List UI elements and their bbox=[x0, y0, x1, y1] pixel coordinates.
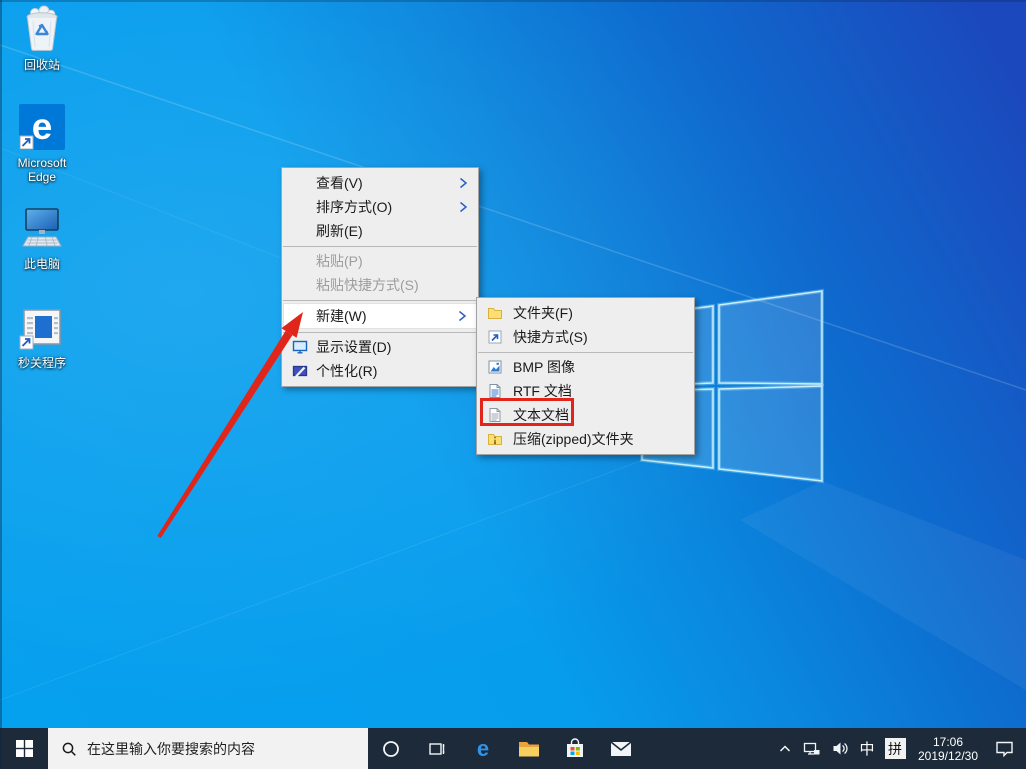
submenu-arrow-icon bbox=[458, 177, 468, 189]
submenu-item-rtf-document[interactable]: RTF 文档 bbox=[477, 379, 694, 403]
menu-item-label: 排序方式(O) bbox=[316, 197, 392, 217]
submenu-item-folder[interactable]: 文件夹(F) bbox=[477, 301, 694, 325]
rtf-document-icon bbox=[487, 383, 503, 399]
desktop-icon-recycle-bin[interactable]: 回收站 bbox=[6, 4, 78, 72]
display-settings-icon bbox=[292, 339, 308, 355]
volume-icon bbox=[832, 740, 849, 757]
menu-item-label: RTF 文档 bbox=[513, 381, 572, 401]
menu-item-paste-shortcut: 粘贴快捷方式(S) bbox=[282, 273, 478, 297]
taskbar-spacer bbox=[644, 728, 772, 769]
bmp-image-icon bbox=[487, 359, 503, 375]
menu-item-display-settings[interactable]: 显示设置(D) bbox=[282, 335, 478, 359]
system-tray: 中 拼 17:06 2019/12/30 bbox=[772, 728, 1026, 769]
menu-item-view[interactable]: 查看(V) bbox=[282, 171, 478, 195]
desktop-icon-this-pc[interactable]: 此电脑 bbox=[6, 203, 78, 271]
task-view-icon bbox=[428, 740, 446, 758]
personalize-icon bbox=[292, 363, 308, 379]
menu-item-new[interactable]: 新建(W) bbox=[283, 303, 477, 329]
recycle-bin-icon bbox=[17, 4, 67, 54]
ime-language-label: 中 bbox=[859, 738, 874, 759]
menu-item-label: 个性化(R) bbox=[316, 361, 377, 381]
menu-item-label: BMP 图像 bbox=[513, 357, 575, 377]
menu-item-paste: 粘贴(P) bbox=[282, 249, 478, 273]
desktop-icon-label: Microsoft Edge bbox=[6, 156, 78, 184]
volume-button[interactable] bbox=[826, 728, 854, 769]
this-pc-icon bbox=[17, 203, 67, 253]
edge-taskbar-button[interactable]: e bbox=[460, 728, 506, 769]
start-button[interactable] bbox=[0, 728, 48, 769]
menu-separator bbox=[478, 352, 693, 353]
desktop-icon-label: 此电脑 bbox=[24, 257, 60, 271]
svg-text:e: e bbox=[477, 736, 489, 761]
context-menu: 查看(V) 排序方式(O) 刷新(E) 粘贴(P) 粘贴快捷方式(S) 新建(W… bbox=[281, 167, 479, 387]
mail-icon bbox=[609, 737, 633, 761]
menu-separator bbox=[283, 246, 477, 247]
menu-item-label: 粘贴(P) bbox=[316, 251, 363, 271]
show-hidden-icons-button[interactable] bbox=[772, 728, 798, 769]
edge-icon: e bbox=[470, 736, 496, 762]
task-view-button[interactable] bbox=[414, 728, 460, 769]
desktop: 回收站 e Microsoft Edge bbox=[0, 0, 1026, 769]
taskbar: e bbox=[0, 728, 1026, 769]
search-icon bbox=[61, 741, 77, 757]
mail-button[interactable] bbox=[598, 728, 644, 769]
desktop-icon-edge[interactable]: e Microsoft Edge bbox=[6, 102, 78, 184]
menu-item-label: 快捷方式(S) bbox=[513, 327, 588, 347]
menu-item-label: 显示设置(D) bbox=[316, 337, 391, 357]
shortcut-icon bbox=[487, 329, 503, 345]
microsoft-store-button[interactable] bbox=[552, 728, 598, 769]
taskbar-clock[interactable]: 17:06 2019/12/30 bbox=[910, 728, 986, 769]
clock-time: 17:06 bbox=[933, 735, 963, 749]
notification-icon bbox=[995, 739, 1014, 758]
network-icon bbox=[803, 740, 821, 758]
menu-item-label: 压缩(zipped)文件夹 bbox=[513, 429, 634, 449]
windows-logo-icon bbox=[16, 740, 33, 757]
clock-date: 2019/12/30 bbox=[918, 749, 978, 763]
submenu-arrow-icon bbox=[457, 310, 467, 322]
microsoft-store-icon bbox=[564, 738, 586, 760]
ime-language-indicator[interactable]: 中 bbox=[854, 728, 880, 769]
menu-item-label: 新建(W) bbox=[316, 306, 367, 326]
chevron-up-icon bbox=[778, 742, 792, 756]
taskbar-search[interactable] bbox=[48, 728, 368, 769]
submenu-arrow-icon bbox=[458, 201, 468, 213]
menu-item-label: 文件夹(F) bbox=[513, 303, 573, 323]
desktop-icon-label: 秒关程序 bbox=[18, 356, 66, 370]
desktop-icon-app-shortcut[interactable]: 秒关程序 bbox=[6, 302, 78, 370]
folder-icon bbox=[487, 305, 503, 321]
new-submenu: 文件夹(F) 快捷方式(S) BMP 图像 RTF 文档 bbox=[476, 297, 695, 455]
text-document-icon bbox=[487, 407, 503, 423]
submenu-item-zipped-folder[interactable]: 压缩(zipped)文件夹 bbox=[477, 427, 694, 451]
menu-separator bbox=[283, 300, 477, 301]
menu-item-label: 文本文档 bbox=[513, 405, 569, 425]
menu-item-label: 粘贴快捷方式(S) bbox=[316, 275, 419, 295]
file-explorer-icon bbox=[517, 737, 541, 761]
cortana-icon bbox=[382, 740, 400, 758]
ime-mode-indicator[interactable]: 拼 bbox=[880, 728, 910, 769]
menu-item-label: 刷新(E) bbox=[316, 221, 363, 241]
submenu-item-text-document[interactable]: 文本文档 bbox=[477, 403, 694, 427]
submenu-item-bmp-image[interactable]: BMP 图像 bbox=[477, 355, 694, 379]
app-window-icon bbox=[17, 302, 67, 352]
zipped-folder-icon bbox=[487, 431, 503, 447]
submenu-item-shortcut[interactable]: 快捷方式(S) bbox=[477, 325, 694, 349]
svg-text:e: e bbox=[32, 106, 53, 147]
ime-mode-label: 拼 bbox=[885, 738, 906, 759]
menu-item-personalize[interactable]: 个性化(R) bbox=[282, 359, 478, 383]
menu-separator bbox=[283, 332, 477, 333]
menu-item-refresh[interactable]: 刷新(E) bbox=[282, 219, 478, 243]
cortana-button[interactable] bbox=[368, 728, 414, 769]
network-button[interactable] bbox=[798, 728, 826, 769]
action-center-button[interactable] bbox=[986, 728, 1022, 769]
search-input[interactable] bbox=[87, 741, 368, 757]
file-explorer-button[interactable] bbox=[506, 728, 552, 769]
edge-icon: e bbox=[17, 102, 67, 152]
menu-item-sort-by[interactable]: 排序方式(O) bbox=[282, 195, 478, 219]
menu-item-label: 查看(V) bbox=[316, 173, 363, 193]
desktop-icon-label: 回收站 bbox=[24, 58, 60, 72]
